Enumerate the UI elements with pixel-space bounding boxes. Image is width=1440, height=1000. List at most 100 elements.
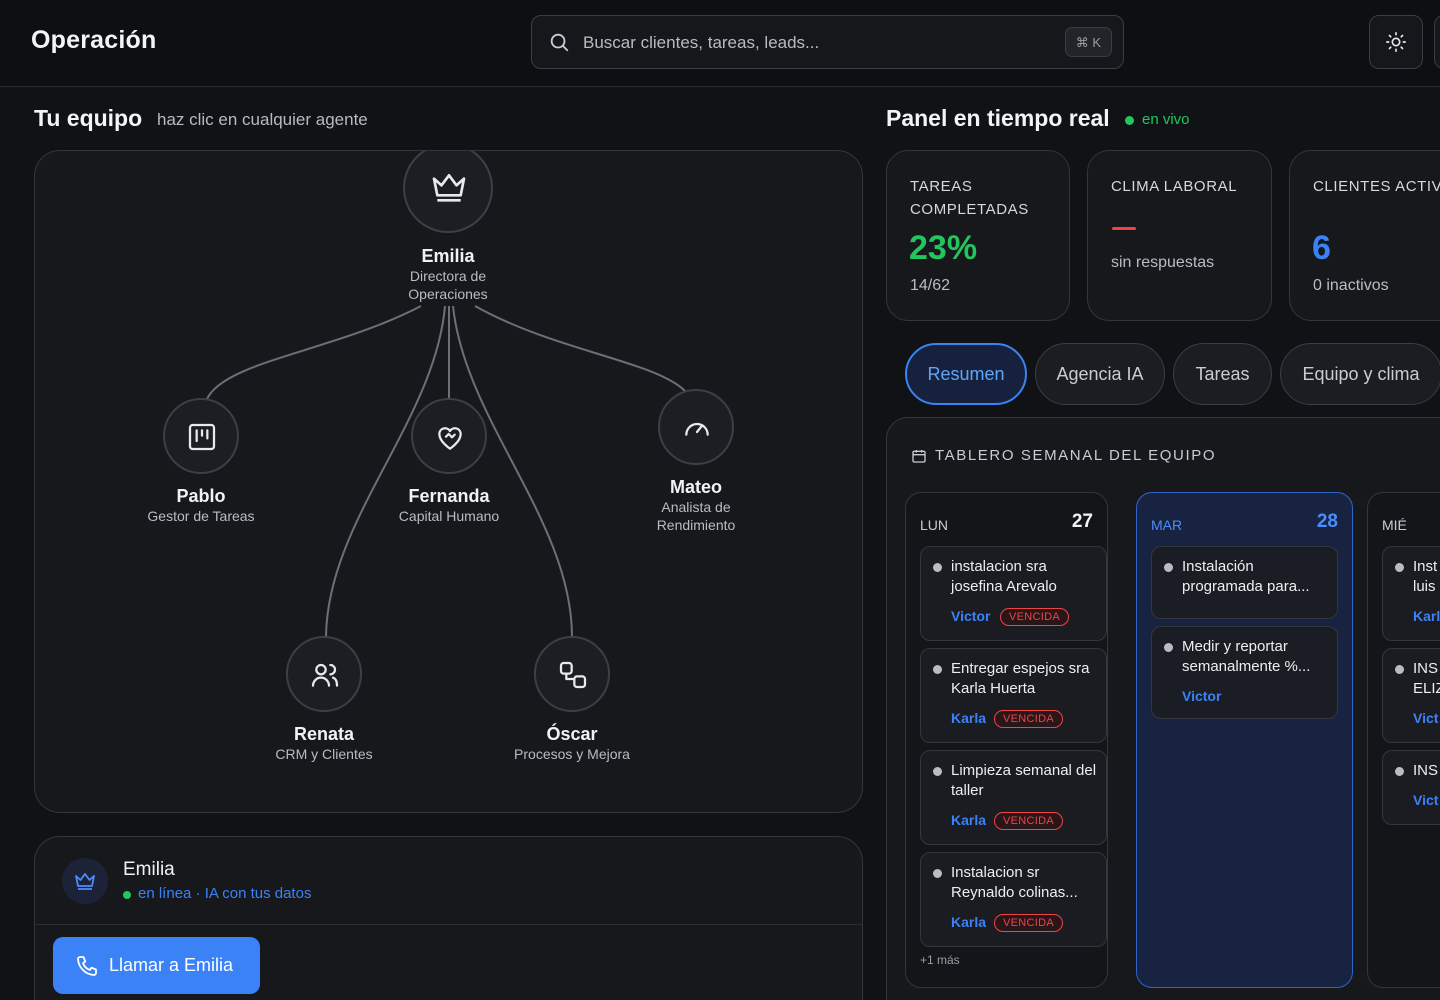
phone-icon [77,956,97,976]
agent-role: Capital Humano [398,508,500,524]
agent-role: Procesos y Mejora [514,746,630,762]
overdue-badge: VENCIDA [1000,608,1069,626]
tab-tareas[interactable]: Tareas [1173,343,1272,405]
tab-agencia-ia[interactable]: Agencia IA [1035,343,1165,405]
search-bar[interactable]: Buscar clientes, tareas, leads... ⌘ K [531,15,1124,69]
task-status-dot [1164,643,1173,652]
task-assignee: Karl [1413,608,1440,624]
overdue-badge: VENCIDA [994,710,1063,728]
stat-sub: sin respuestas [1111,254,1215,271]
day-column-mie: MIÉ Inst luis Karl INS ELIZ Vict INS Vic… [1367,492,1440,988]
users-icon [311,663,339,687]
crown-icon [75,873,95,890]
task-assignee: Vict [1413,710,1439,726]
live-indicator [1125,116,1134,125]
team-subtitle: haz clic en cualquier agente [157,110,368,129]
task-assignee: Victor [951,608,991,624]
agent-name: Mateo [669,477,722,497]
agent-name: Emilia [123,859,175,880]
app-title: Operación [31,26,157,54]
agent-avatar [62,858,108,904]
stat-card-clients[interactable]: CLIENTES ACTIVOS 6 0 inactivos [1289,150,1440,321]
day-name: LUN [920,517,949,533]
agent-role: Gestor de Tareas [147,508,255,524]
shortcut-badge: ⌘ K [1064,27,1112,57]
weekly-board: TABLERO SEMANAL DEL EQUIPO LUN 27 instal… [886,417,1440,1000]
task-status-dot [933,869,942,878]
search-input[interactable]: Buscar clientes, tareas, leads... [583,33,819,53]
task-card[interactable]: instalacion sra josefina Arevalo Victor … [920,546,1107,641]
stat-label: TAREAS COMPLETADAS [910,178,1029,218]
task-card[interactable]: Inst luis Karl [1382,546,1440,641]
pablo-avatar [163,398,239,474]
agent-name: Fernanda [408,486,490,506]
task-title: Medir y reportar semanalmente %... [1182,638,1311,675]
task-card[interactable]: INS ELIZ Vict [1382,648,1440,743]
stat-card-climate[interactable]: CLIMA LABORAL sin respuestas [1087,150,1272,321]
user-menu-button[interactable] [1434,15,1440,69]
gauge-icon [685,422,709,436]
task-card[interactable]: INS Vict [1382,750,1440,825]
online-indicator [123,891,131,899]
task-assignee: Karla [951,710,987,726]
stat-card-tasks[interactable]: TAREAS COMPLETADAS 23% 14/62 [886,150,1070,321]
task-assignee: Karla [951,914,987,930]
task-title: Instalacion sr Reynaldo colinas... [951,864,1078,901]
board-title: TABLERO SEMANAL DEL EQUIPO [935,447,1217,464]
live-label: en vivo [1142,111,1190,128]
tab-resumen[interactable]: Resumen [905,343,1027,405]
day-number: 27 [1071,511,1093,532]
agent-name: Renata [293,724,355,744]
agent-role: Analista de Rendimiento [656,499,736,533]
task-title: Instalación programada para... [1182,558,1310,595]
task-title: Inst luis [1413,558,1438,595]
stat-sub: 14/62 [910,277,951,294]
agent-role: CRM y Clientes [275,746,373,762]
task-title: Limpieza semanal del taller [951,762,1097,799]
top-bar: Operación Buscar clientes, tareas, leads… [0,0,1440,87]
theme-toggle-button[interactable] [1369,15,1423,69]
sun-icon [1386,32,1406,52]
team-title: Tu equipo [34,105,143,131]
task-status-dot [1395,767,1404,776]
day-name: MAR [1151,517,1183,533]
search-icon [550,33,569,52]
task-card[interactable]: Instalacion sr Reynaldo colinas... Karla… [920,852,1107,947]
task-card[interactable]: Entregar espejos sra Karla Huerta Karla … [920,648,1107,743]
task-status-dot [1164,563,1173,572]
task-status-dot [933,563,942,572]
call-agent-button[interactable]: Llamar a Emilia [53,937,260,994]
day-name: MIÉ [1382,517,1407,533]
agent-status: en línea · IA con tus datos [138,885,312,902]
agent-name: Óscar [546,724,598,744]
task-title: Entregar espejos sra Karla Huerta [951,660,1090,697]
day-number: 28 [1316,511,1338,532]
task-status-dot [933,767,942,776]
task-status-dot [933,665,942,674]
more-tasks-link[interactable]: +1 más [920,953,960,967]
task-assignee: Victor [1182,688,1222,704]
mateo-avatar [658,389,734,465]
panel-title: Panel en tiempo real [886,105,1110,131]
task-card[interactable]: Medir y reportar semanalmente %... Victo… [1151,626,1338,719]
task-title: INS ELIZ [1413,660,1440,697]
day-column-mar: MAR 28 Instalación programada para... Me… [1136,492,1353,988]
kanban-icon [188,423,216,451]
stat-value-empty [1112,227,1136,230]
tab-equipo-clima[interactable]: Equipo y clima [1280,343,1440,405]
stat-label: CLIMA LABORAL [1111,178,1238,195]
agent-name: Emilia [421,246,475,266]
task-assignee: Karla [951,812,987,828]
day-column-lun: LUN 27 instalacion sra josefina Arevalo … [905,492,1108,988]
task-card[interactable]: Limpieza semanal del taller Karla VENCID… [920,750,1107,845]
org-chart: Emilia Directora de Operaciones Pablo Ge… [34,150,863,813]
task-title: INS [1413,762,1439,779]
call-button-label: Llamar a Emilia [109,955,234,975]
agent-detail-card: Emilia en línea · IA con tus datos Llama… [34,836,863,1000]
agent-role: Directora de Operaciones [408,268,488,302]
stat-value: 6 [1312,229,1331,267]
crown-icon [432,174,466,202]
oscar-avatar [534,636,610,712]
task-card[interactable]: Instalación programada para... [1151,546,1338,619]
divider [35,924,862,925]
